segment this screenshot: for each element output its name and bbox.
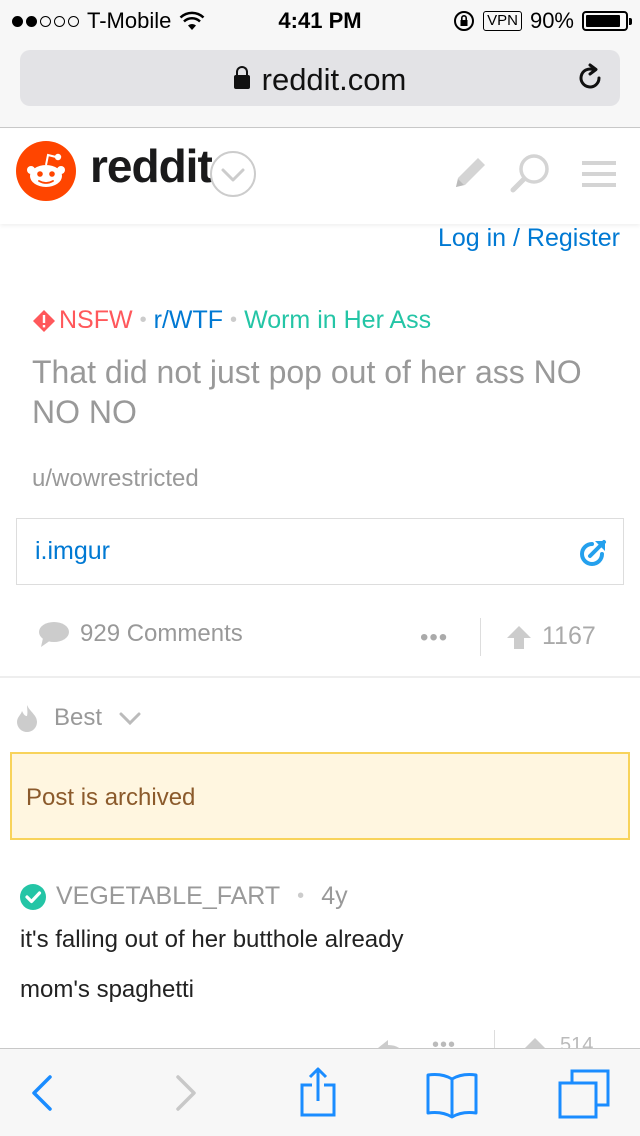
forward-icon[interactable] [158, 1067, 210, 1119]
subreddit-link[interactable]: r/WTF [154, 306, 223, 335]
chevron-down-icon[interactable] [208, 149, 258, 199]
reload-icon[interactable] [574, 62, 606, 94]
sort-dropdown[interactable]: Best [16, 704, 142, 732]
vpn-badge: VPN [483, 11, 522, 31]
comments-button[interactable]: 929 Comments [38, 620, 243, 648]
pencil-icon[interactable] [446, 151, 492, 197]
comment-bubble-icon [39, 622, 69, 647]
share-icon[interactable] [292, 1067, 344, 1119]
reddit-snoo-logo-icon[interactable] [16, 141, 76, 201]
browser-address-area: reddit.com [0, 40, 640, 128]
more-options-button[interactable]: ••• [432, 1034, 456, 1048]
chevron-down-icon [119, 712, 141, 726]
post-flair: Worm in Her Ass [244, 306, 432, 334]
archived-notice: Post is archived [10, 752, 630, 840]
external-link-card[interactable]: i.imgur [16, 518, 624, 585]
tabs-icon[interactable] [556, 1067, 612, 1119]
upvote-group: 1167 [506, 622, 596, 651]
divider [494, 1030, 495, 1048]
nsfw-label: NSFW [59, 306, 133, 334]
menu-icon[interactable] [576, 151, 622, 197]
back-icon[interactable] [18, 1067, 70, 1119]
search-icon[interactable] [508, 151, 554, 197]
comment-body-line: it's falling out of her butthole already [20, 926, 404, 953]
lock-icon [233, 66, 250, 89]
archived-notice-text: Post is archived [26, 784, 196, 811]
warning-icon [33, 309, 55, 332]
address-bar[interactable]: reddit.com [20, 50, 620, 106]
upvote-arrow-icon[interactable] [522, 1036, 548, 1048]
login-register-link[interactable]: Log in / Register [438, 224, 620, 253]
checkmark-circle-icon [20, 883, 46, 910]
battery-icon [582, 11, 632, 31]
link-domain: i.imgur [35, 537, 111, 565]
post-score: 1167 [542, 622, 596, 650]
orientation-lock-icon [454, 11, 475, 31]
more-options-button[interactable]: ••• [420, 624, 448, 652]
post-meta: NSFW • r/WTF • Worm in Her Ass [32, 306, 431, 335]
flame-icon [17, 705, 37, 732]
post-title[interactable]: That did not just pop out of her ass NO … [32, 352, 612, 432]
post-actions: 929 Comments ••• 1167 [0, 610, 640, 670]
status-bar: T-Mobile 4:41 PM VPN 90% [0, 0, 640, 40]
comment-age: 4y [321, 882, 348, 910]
comment-username[interactable]: VEGETABLE_FART [56, 882, 280, 911]
reddit-wordmark: reddit [90, 140, 213, 192]
external-link-icon [580, 540, 606, 566]
bookmarks-icon[interactable] [424, 1067, 480, 1119]
battery-percent: 90% [529, 8, 574, 33]
reddit-header: reddit [0, 129, 640, 224]
divider [480, 618, 481, 656]
sort-label: Best [54, 704, 103, 731]
comment-score: 514 [560, 1034, 594, 1048]
upvote-arrow-icon[interactable] [506, 624, 532, 650]
safari-toolbar [0, 1048, 640, 1136]
reply-arrow-icon[interactable] [376, 1036, 406, 1048]
comments-count-label: 929 Comments [80, 620, 243, 647]
post-author[interactable]: u/wowrestricted [32, 465, 199, 493]
section-divider [0, 676, 640, 678]
comment: VEGETABLE_FART • 4y it's falling out of … [20, 882, 620, 1005]
comment-body-line: mom's spaghetti [20, 976, 194, 1003]
nsfw-tag: NSFW [32, 306, 133, 335]
url-text: reddit.com [261, 62, 407, 97]
comment-actions: ••• 514 [360, 1028, 640, 1048]
